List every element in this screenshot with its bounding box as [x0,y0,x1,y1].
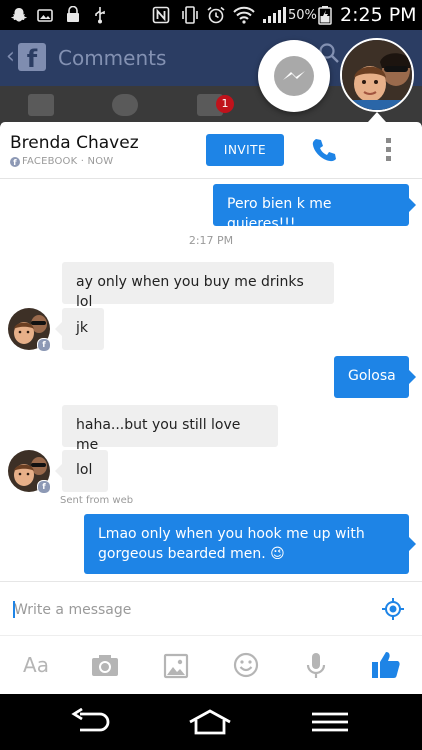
gallery-icon[interactable] [156,648,196,682]
chat-head-pointer [368,112,386,122]
message-bubble-incoming[interactable]: lol [55,450,108,492]
wifi-icon [232,6,256,28]
nfc-icon [152,6,170,28]
contact-source: FACEBOOK [22,156,78,167]
location-icon[interactable] [382,598,404,620]
chat-header: Brenda Chavez f FACEBOOK · NOW INVITE [0,122,422,179]
message-bubble-incoming[interactable]: jk [55,308,104,350]
message-bubble-outgoing[interactable]: Lmao only when you hook me up with gorge… [84,514,416,574]
photo-icon [36,6,54,28]
battery-charging-icon [318,5,332,29]
camera-icon[interactable] [85,648,125,682]
usb-icon [93,6,107,28]
invite-button[interactable]: INVITE [206,134,284,166]
contact-chat-head-avatar[interactable] [340,38,414,112]
like-thumbs-up-icon[interactable] [366,648,406,682]
sent-from-label: Sent from web [60,495,134,506]
contact-subtitle: f FACEBOOK · NOW [10,156,113,167]
message-bubble-outgoing[interactable]: Golosa [334,356,416,398]
chat-panel: Brenda Chavez f FACEBOOK · NOW INVITE Per… [0,122,422,694]
facebook-badge-icon: f [37,480,51,494]
microphone-icon[interactable] [296,648,336,682]
more-options-icon[interactable] [383,136,393,164]
message-bubble-outgoing[interactable]: Pero bien k me quieres!!! [213,184,416,232]
facebook-badge-icon: f [10,157,20,167]
messenger-chat-head[interactable] [258,40,330,112]
message-composer [0,581,422,636]
background-page-title: Comments [58,46,167,70]
snapchat-icon [10,6,28,28]
back-chevron-icon[interactable]: ‹ [6,44,15,69]
message-input[interactable] [12,592,366,628]
text-style-button[interactable]: Aa [16,648,56,682]
messenger-icon [274,56,314,96]
signal-icon [262,6,286,28]
status-clock: 2:25 PM [340,4,417,26]
emoji-icon[interactable] [226,648,266,682]
phone-call-icon[interactable] [310,136,338,164]
battery-percent: 50% [288,8,317,23]
composer-toolbar: Aa [0,635,422,694]
contact-name[interactable]: Brenda Chavez [10,133,139,153]
system-navigation-bar [0,694,422,750]
message-bubble-incoming[interactable]: haha...but you still love me [62,405,278,453]
alarm-icon [206,6,226,28]
facebook-logo-icon: f [18,43,46,73]
message-timestamp: 2:17 PM [188,234,234,247]
news-feed-icon[interactable] [28,94,54,116]
facebook-badge-icon: f [37,338,51,352]
message-bubble-incoming[interactable]: ay only when you buy me drinks lol [62,262,334,310]
home-icon[interactable] [188,708,232,736]
menu-icon[interactable] [308,708,352,736]
back-icon[interactable] [70,707,114,736]
friends-icon[interactable] [112,94,138,116]
notification-badge: 1 [216,95,234,113]
text-cursor [13,601,15,618]
mail-lock-icon [64,5,82,28]
status-bar: 50% 2:25 PM [0,0,422,30]
message-list: Pero bien k me quieres!!! 2:17 PM ay onl… [0,178,422,578]
vibrate-icon [180,6,200,28]
contact-presence: NOW [87,156,114,167]
